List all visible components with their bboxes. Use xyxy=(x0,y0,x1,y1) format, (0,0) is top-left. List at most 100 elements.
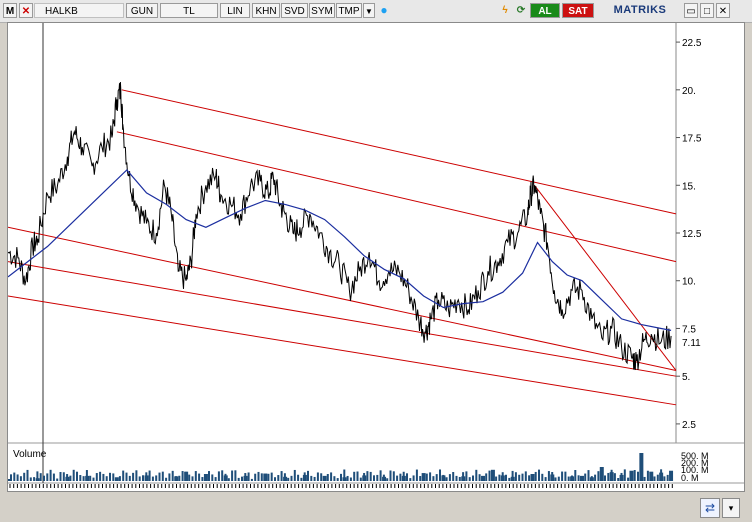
volume-bar xyxy=(105,476,108,481)
volume-bar xyxy=(508,477,511,481)
volume-bar xyxy=(353,471,356,481)
maximize-icon[interactable]: □ xyxy=(700,3,714,18)
sell-label: SAT xyxy=(568,6,588,17)
volume-bar xyxy=(356,471,359,481)
volume-bar xyxy=(79,475,82,481)
volume-bar xyxy=(643,476,646,481)
volume-bar xyxy=(557,476,560,481)
price-chart-svg[interactable]: 22.520.17.515.12.510.7.55.2.5 500. M200.… xyxy=(6,23,744,503)
sym-button[interactable]: SYM xyxy=(309,3,335,18)
volume-bar xyxy=(270,472,273,481)
volume-bar xyxy=(224,473,227,481)
volume-bar xyxy=(551,472,554,481)
volume-bar xyxy=(194,471,197,481)
symbol-field[interactable]: HALKB xyxy=(34,3,124,18)
app-menu-button[interactable]: M xyxy=(3,3,17,18)
volume-bar xyxy=(142,475,144,481)
volume-bar xyxy=(128,475,131,481)
volume-bar xyxy=(402,471,405,481)
volume-bar xyxy=(389,470,392,481)
volume-bar xyxy=(531,478,534,481)
volume-bar xyxy=(303,472,306,481)
khn-label: KHN xyxy=(255,6,277,17)
volume-bar xyxy=(646,470,649,481)
volume-bar xyxy=(118,476,121,481)
volume-bar xyxy=(564,471,567,481)
volume-bar xyxy=(244,473,247,481)
volume-bar xyxy=(204,475,207,481)
volume-bar xyxy=(23,472,26,481)
volume-bar xyxy=(290,475,293,481)
close-chart-icon[interactable]: ✕ xyxy=(19,3,33,18)
volume-bar xyxy=(666,474,669,481)
volume-bar xyxy=(363,472,366,481)
volume-bar xyxy=(627,477,630,481)
volume-bar xyxy=(115,477,118,481)
volume-bar xyxy=(521,473,524,481)
scale-label: LIN xyxy=(227,6,243,17)
volume-bar xyxy=(102,473,105,481)
currency-button[interactable]: TL xyxy=(160,3,218,18)
twitter-icon[interactable]: ● xyxy=(377,3,391,18)
volume-bar xyxy=(340,473,342,481)
volume-bar xyxy=(198,473,201,481)
status-bar: ⇄ ▾ xyxy=(0,496,752,522)
volume-bar xyxy=(283,473,286,481)
volume-bar xyxy=(92,477,95,481)
volume-bar xyxy=(561,471,564,481)
volume-bar xyxy=(247,472,250,481)
volume-bar xyxy=(326,474,329,481)
brand-label: MATRIKS xyxy=(613,4,667,16)
volume-bar xyxy=(151,476,154,481)
volume-bar xyxy=(155,475,158,481)
volume-bar xyxy=(425,473,428,481)
volume-bar xyxy=(409,478,412,481)
y-tick-label: 10. xyxy=(682,277,696,288)
volume-bar xyxy=(630,476,633,481)
khn-button[interactable]: KHN xyxy=(252,3,280,18)
volume-bar xyxy=(310,475,313,481)
tmp-label: TMP xyxy=(338,6,360,17)
dropdown-icon[interactable]: ▼ xyxy=(363,3,375,18)
volume-bar xyxy=(538,469,540,481)
volume-bar xyxy=(415,469,418,481)
volume-bar xyxy=(571,475,573,481)
sell-button[interactable]: SAT xyxy=(562,3,594,18)
volume-bar xyxy=(99,471,102,481)
volume-bar xyxy=(544,477,547,481)
tmp-button[interactable]: TMP xyxy=(336,3,362,18)
volume-bar xyxy=(422,477,425,481)
minimize-icon[interactable]: ▭ xyxy=(684,3,698,18)
volume-bar xyxy=(39,473,42,481)
volume-bar xyxy=(373,475,375,481)
y-tick-label: 17.5 xyxy=(682,134,702,145)
lightning-icon[interactable]: ϟ xyxy=(499,3,511,18)
svd-button[interactable]: SVD xyxy=(281,3,308,18)
period-button[interactable]: GUN xyxy=(126,3,158,18)
volume-bar xyxy=(122,470,125,481)
volume-bar xyxy=(234,470,237,481)
volume-bar xyxy=(145,472,148,481)
scroll-sync-icon[interactable]: ⇄ xyxy=(700,498,720,518)
volume-bar xyxy=(511,470,514,481)
volume-bar xyxy=(366,471,369,481)
volume-bar xyxy=(188,474,191,481)
buy-button[interactable]: AL xyxy=(530,3,560,18)
volume-bar xyxy=(231,470,234,481)
chevron-down-icon[interactable]: ▾ xyxy=(722,498,740,518)
volume-title: Volume xyxy=(13,449,47,460)
close-icon[interactable]: ✕ xyxy=(716,3,730,18)
volume-bar xyxy=(10,474,12,481)
scale-button[interactable]: LIN xyxy=(220,3,250,18)
volume-bar xyxy=(171,470,174,481)
volume-bar xyxy=(254,473,257,481)
volume-bar xyxy=(501,472,504,481)
refresh-icon[interactable]: ⟳ xyxy=(514,3,528,18)
last-value-label: 7.11 xyxy=(682,338,701,349)
volume-bar xyxy=(72,469,75,481)
y-tick-label: 7.5 xyxy=(682,324,696,335)
volume-bar xyxy=(16,474,19,481)
volume-bar xyxy=(274,477,276,481)
volume-bar xyxy=(82,476,85,481)
volume-bar xyxy=(495,476,498,481)
